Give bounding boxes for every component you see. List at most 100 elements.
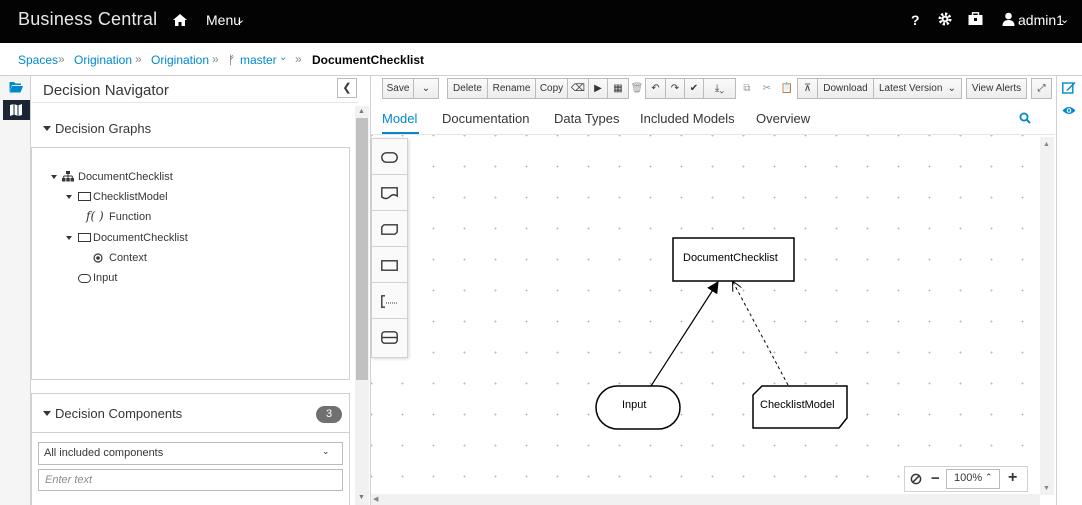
decision-components-title[interactable]: Decision Components <box>55 406 182 421</box>
canvas-horizontal-scrollbar[interactable] <box>371 494 1040 505</box>
brand-logo[interactable]: Business Central <box>18 9 157 30</box>
chevron-down-icon: ⌄ <box>236 14 246 26</box>
tree-item-label[interactable]: Context <box>109 252 147 264</box>
caret-down-icon[interactable] <box>66 195 72 199</box>
chevron-down-icon: ⌄ <box>947 83 956 94</box>
tab-data-types[interactable]: Data Types <box>554 111 620 126</box>
expand-icon[interactable]: ⤢ <box>1031 78 1052 99</box>
palette-knowledge-source[interactable] <box>372 175 407 211</box>
tree-item-label[interactable]: ChecklistModel <box>93 191 168 203</box>
scroll-up-arrow[interactable]: ▲ <box>1043 141 1050 148</box>
copy-icon[interactable]: ⧉ <box>739 78 755 99</box>
breadcrumb-current: DocumentChecklist <box>312 53 425 67</box>
caret-down-icon[interactable] <box>43 126 51 131</box>
decision-graphs-section <box>31 108 350 380</box>
breadcrumb-separator: » <box>295 52 302 66</box>
decision-graphs-title[interactable]: Decision Graphs <box>55 121 151 136</box>
grid-icon[interactable]: ▦ <box>607 78 629 99</box>
knowledge-requirement-edge[interactable] <box>733 282 789 386</box>
divider <box>31 102 358 103</box>
trash-icon[interactable]: 🗑 <box>629 78 645 99</box>
play-icon[interactable]: ▶ <box>588 78 608 99</box>
validate-check-icon[interactable]: ✔ <box>684 78 704 99</box>
zoom-in-button[interactable]: + <box>1008 469 1017 487</box>
decision-navigator-tab[interactable] <box>3 100 30 120</box>
scroll-down-arrow[interactable]: ▼ <box>358 494 365 501</box>
tree-item-label[interactable]: Input <box>93 272 117 284</box>
components-search-input[interactable] <box>38 469 343 491</box>
tree-item-label[interactable]: DocumentChecklist <box>93 232 188 244</box>
help-icon[interactable]: ? <box>911 12 920 28</box>
paste-icon[interactable]: 📋 <box>779 78 795 99</box>
search-icon[interactable] <box>1019 112 1031 124</box>
edit-properties-icon[interactable] <box>1062 81 1076 94</box>
decision-node-label: DocumentChecklist <box>683 252 778 264</box>
scroll-up-arrow[interactable]: ▲ <box>358 108 365 115</box>
map-icon <box>10 104 22 116</box>
caret-down-icon[interactable] <box>66 236 72 240</box>
view-alerts-button[interactable]: View Alerts <box>966 78 1027 99</box>
breadcrumb-space[interactable]: Origination <box>74 53 132 67</box>
latest-version-dropdown[interactable]: Latest Version ⌄ <box>873 78 962 99</box>
left-dock <box>0 76 31 505</box>
breadcrumb-branch[interactable]: master <box>240 53 277 67</box>
collapse-panel-button[interactable]: ❮ <box>337 78 357 98</box>
branch-icon: ᚠ <box>228 53 236 67</box>
breadcrumb-spaces[interactable]: Spaces <box>18 53 58 67</box>
tab-included-models[interactable]: Included Models <box>640 111 735 126</box>
decision-service-icon <box>381 331 398 344</box>
copy-button[interactable]: Copy <box>535 78 568 99</box>
zoom-out-button[interactable]: − <box>931 470 940 487</box>
components-count-badge: 3 <box>316 406 342 423</box>
delete-button[interactable]: Delete <box>447 78 488 99</box>
tab-overview[interactable]: Overview <box>756 111 810 126</box>
chevron-down-icon[interactable]: ⌄ <box>279 52 287 63</box>
export-dropdown-icon[interactable]: ⤓⌄ <box>703 78 736 99</box>
scrollbar-thumb[interactable] <box>356 118 368 380</box>
bkm-shape-icon <box>381 224 398 235</box>
bkm-node-label: ChecklistModel <box>760 399 835 411</box>
preview-eye-icon[interactable] <box>1062 105 1076 116</box>
caret-down-icon[interactable] <box>43 411 51 416</box>
save-button[interactable]: Save <box>382 78 414 99</box>
right-dock <box>1056 76 1082 505</box>
chevron-up-icon: ⌃ <box>985 472 993 482</box>
top-navbar <box>0 0 1082 43</box>
home-icon[interactable] <box>172 12 188 28</box>
tree-item-label[interactable]: Function <box>109 211 151 223</box>
user-menu[interactable]: admin1 <box>1018 12 1064 28</box>
tab-documentation[interactable]: Documentation <box>442 111 529 126</box>
caret-down-icon[interactable] <box>51 175 57 179</box>
information-requirement-edge[interactable] <box>650 280 719 387</box>
eraser-icon[interactable]: ⌫ <box>567 78 589 99</box>
context-icon <box>93 253 103 263</box>
download-button[interactable]: Download <box>817 78 874 99</box>
palette-text-annotation[interactable] <box>372 283 407 319</box>
hierarchy-icon[interactable]: ⊼ <box>797 78 818 99</box>
rectangle-icon <box>78 233 91 242</box>
palette-decision[interactable] <box>372 247 407 283</box>
redo-icon[interactable]: ↷ <box>665 78 685 99</box>
tree-item-label[interactable]: DocumentChecklist <box>78 171 173 183</box>
briefcase-icon[interactable] <box>968 12 983 26</box>
folder-open-icon[interactable] <box>9 81 23 93</box>
chevron-down-icon: ⌄ <box>1060 14 1070 26</box>
palette-decision-service[interactable] <box>372 319 407 355</box>
zoom-level-value: 100% <box>954 472 983 484</box>
diagram-svg <box>595 237 848 430</box>
palette-input-data[interactable] <box>372 139 407 175</box>
oval-shape-icon <box>381 152 398 163</box>
palette-business-knowledge[interactable] <box>372 211 407 247</box>
user-icon[interactable] <box>1002 12 1015 26</box>
undo-icon[interactable]: ↶ <box>645 78 666 99</box>
scroll-down-arrow[interactable]: ▼ <box>1043 485 1050 492</box>
canvas-vertical-scrollbar[interactable] <box>1040 137 1054 495</box>
scroll-left-arrow[interactable]: ◀ <box>373 495 378 503</box>
rename-button[interactable]: Rename <box>487 78 536 99</box>
gear-icon[interactable] <box>937 11 953 27</box>
breadcrumb-project[interactable]: Origination <box>151 53 209 67</box>
save-dropdown-button[interactable]: ⌄ <box>413 78 439 99</box>
cut-icon[interactable]: ✂ <box>759 78 775 99</box>
tab-model[interactable]: Model <box>382 111 417 126</box>
reset-zoom-icon[interactable] <box>910 473 922 485</box>
